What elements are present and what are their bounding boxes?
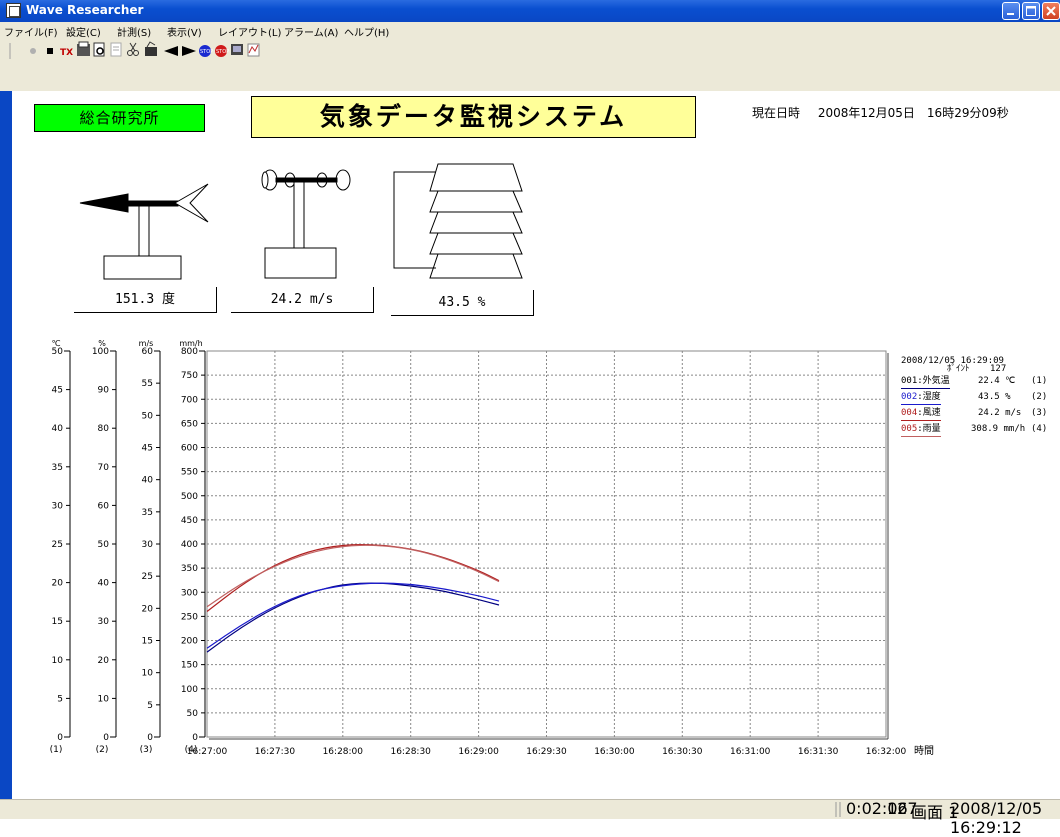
legend-value-4: 308.9 mm/h [971,424,1026,434]
x-tick-label: 16:29:00 [458,747,499,757]
status-datetime: 2008/12/05 16:29:12 [950,799,1043,837]
y-tick-label: 5 [57,694,63,704]
y-tick-label: 150 [181,661,198,671]
y-tick-label: 50 [142,411,154,421]
legend-axis-3: (3) [1031,408,1048,418]
y-tick-label: 50 [52,347,64,357]
y-tick-label: 400 [181,540,198,550]
y-tick-label: 650 [181,419,198,429]
y-tick-label: 800 [181,347,198,357]
y-tick-label: 500 [181,492,198,502]
x-tick-label: 16:31:30 [798,747,839,757]
y-tick-label: 20 [52,579,64,589]
y-tick-label: 450 [181,516,198,526]
legend-row-4[interactable]: 005:雨量 [901,423,941,437]
y-tick-label: 100 [181,685,198,695]
y-tick-label: 60 [142,347,154,357]
y-tick-label: 5 [147,701,153,711]
y-tick-label: 40 [142,476,154,486]
legend-axis-4: (4) [1031,424,1048,434]
legend-value-3: 24.2 m/s [978,408,1022,418]
y-tick-label: 15 [142,637,153,647]
y-tick-label: 35 [142,508,153,518]
y-tick-label: 90 [98,386,110,396]
x-tick-label: 16:30:30 [662,747,703,757]
x-tick-label: 16:28:30 [390,747,431,757]
y-tick-label: 25 [52,540,63,550]
y-tick-label: 30 [142,540,154,550]
y-tick-label: 60 [98,501,110,511]
legend-value-2: 43.5 % [978,392,1011,402]
x-tick-label: 16:28:00 [323,747,364,757]
y-tick-label: 0 [57,733,63,743]
y-tick-label: 50 [187,709,199,719]
y-tick-label: 250 [181,612,198,622]
y-tick-label: 80 [98,424,110,434]
y-tick-label: 0 [192,733,198,743]
y-tick-label: 0 [103,733,109,743]
y-axis-number-4: (4) [185,745,198,755]
y-tick-label: 100 [92,347,109,357]
y-tick-label: 50 [98,540,110,550]
legend-value-1: 22.4 ℃ [978,376,1016,386]
y-axis-number-3: (3) [140,745,153,755]
y-tick-label: 10 [142,669,154,679]
x-tick-label: 16:27:30 [255,747,296,757]
y-tick-label: 35 [52,463,63,473]
y-tick-label: 45 [52,386,63,396]
legend-row-3[interactable]: 004:風速 [901,407,941,421]
y-tick-label: 15 [52,617,63,627]
y-tick-label: 10 [98,694,110,704]
y-tick-label: 0 [147,733,153,743]
y-tick-label: 200 [181,637,198,647]
y-tick-label: 40 [52,424,64,434]
y-axis-number-2: (2) [96,745,109,755]
legend-row-1[interactable]: 001:外気温 [901,375,950,389]
y-tick-label: 550 [181,468,198,478]
y-tick-label: 30 [52,501,64,511]
y-tick-label: 600 [181,444,198,454]
x-tick-label: 16:31:00 [730,747,771,757]
y-tick-label: 70 [98,463,110,473]
y-axis-number-1: (1) [50,745,63,755]
x-tick-label: 16:29:30 [526,747,567,757]
legend-axis-1: (1) [1031,376,1048,386]
y-tick-label: 10 [52,656,64,666]
x-tick-label: 16:32:00 [866,747,907,757]
y-tick-label: 300 [181,588,198,598]
y-tick-label: 45 [142,444,153,454]
legend-point-value: 127 [990,364,1007,374]
legend-axis-2: (2) [1031,392,1048,402]
y-tick-label: 750 [181,371,198,381]
y-tick-label: 40 [98,579,110,589]
y-tick-label: 20 [142,604,154,614]
x-axis-label: 時間 [914,745,934,757]
x-tick-label: 16:30:00 [594,747,635,757]
y-tick-label: 30 [98,617,110,627]
y-tick-label: 700 [181,395,198,405]
legend-point-label: ﾎﾟｲﾝﾄ [947,364,970,374]
y-tick-label: 55 [142,379,153,389]
y-tick-label: 20 [98,656,110,666]
y-tick-label: 350 [181,564,198,574]
legend-row-2[interactable]: 002:湿度 [901,391,941,405]
y-tick-label: 25 [142,572,153,582]
